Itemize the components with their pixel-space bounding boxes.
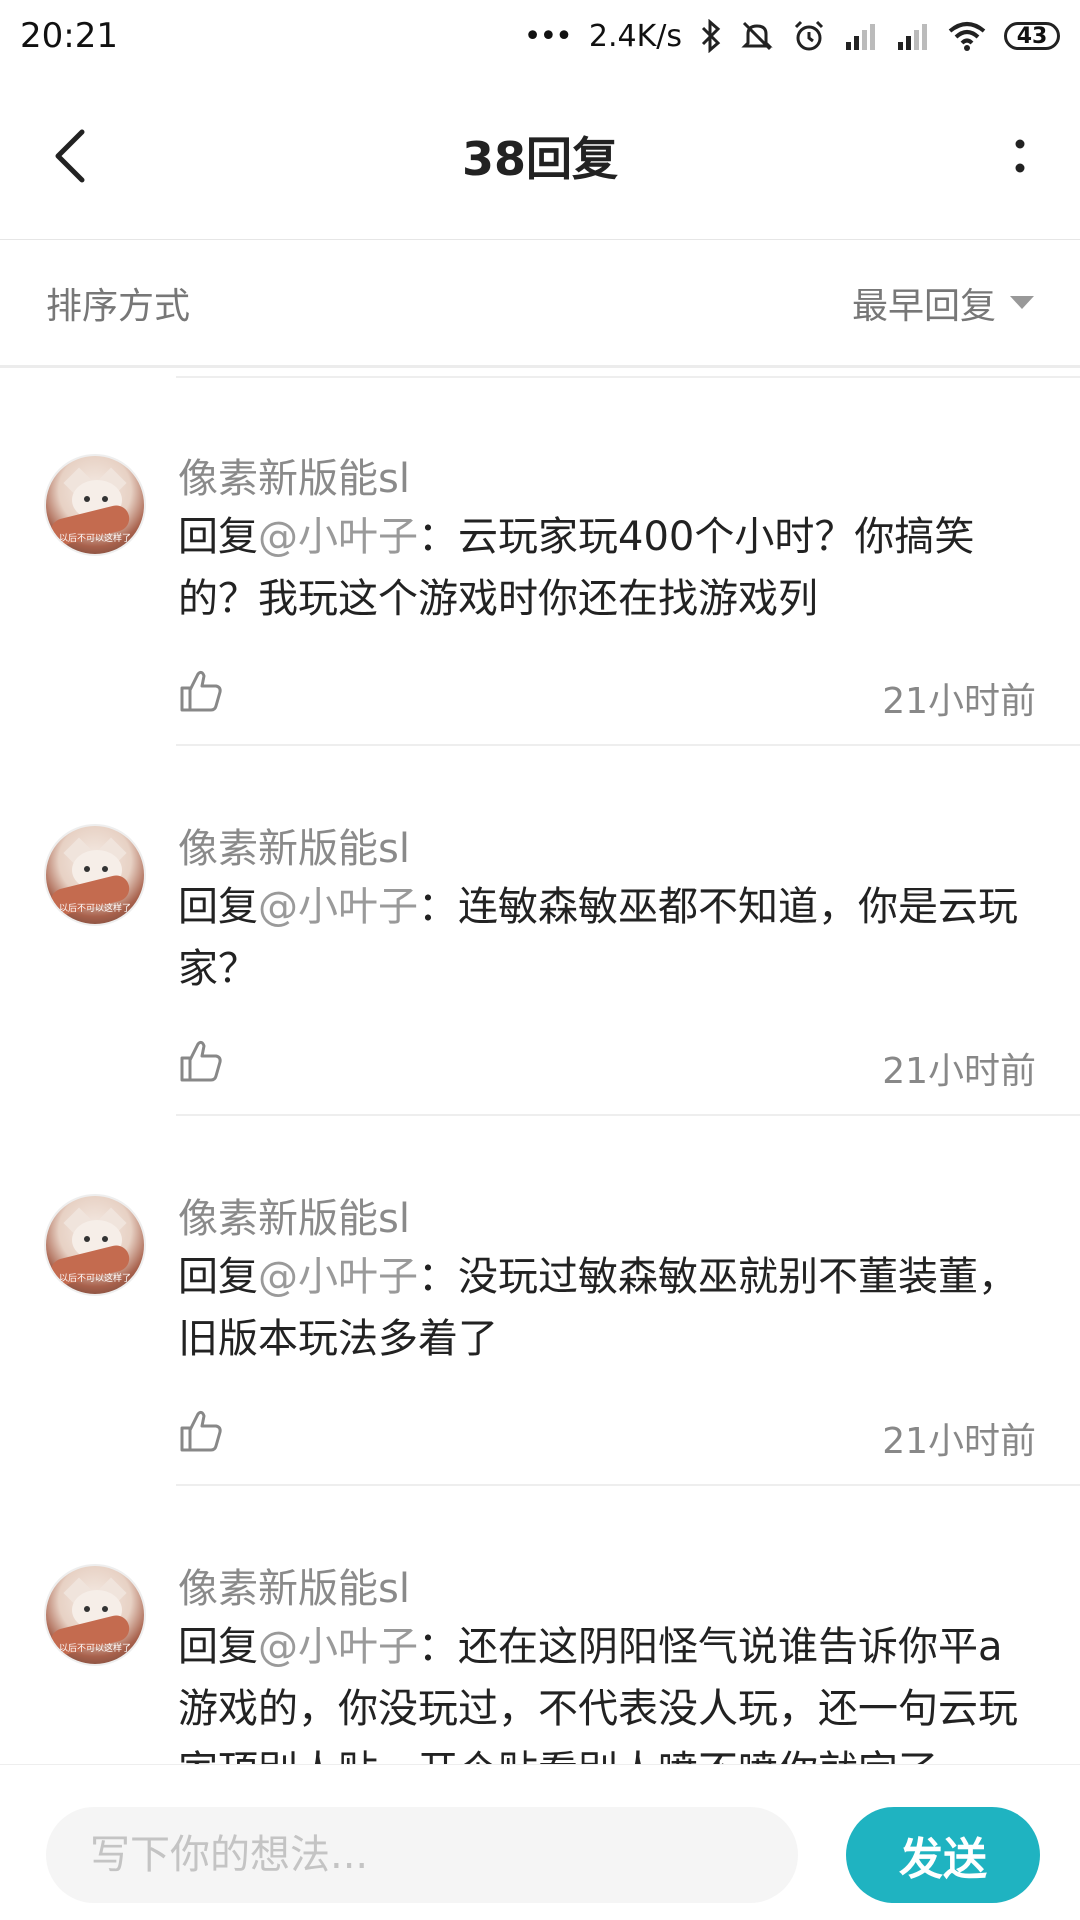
reply-mention[interactable]: @小叶子 xyxy=(258,884,418,930)
reply-username[interactable]: 像素新版能sl xyxy=(178,1556,410,1614)
reply-username[interactable]: 像素新版能sl xyxy=(178,1186,410,1244)
wifi-icon xyxy=(948,22,986,51)
sort-bar: 排序方式 最早回复 xyxy=(0,240,1080,368)
reply-prefix: 回复 xyxy=(178,514,258,560)
reply-prefix: 回复 xyxy=(178,1624,258,1670)
more-button[interactable] xyxy=(1000,116,1040,196)
sort-select[interactable]: 最早回复 xyxy=(852,277,1034,329)
status-icons: ••• 2.4K/s 43 xyxy=(524,19,1060,54)
reply-username[interactable]: 像素新版能sl xyxy=(178,446,410,504)
reply-item: 以后不可以这样了 像素新版能sl 回复@小叶子：还在这阴阳怪气说谁告诉你平a游戏… xyxy=(0,1486,1080,1764)
thumbs-up-icon[interactable] xyxy=(176,666,226,716)
reply-item: 以后不可以这样了 像素新版能sl 回复@小叶子：连敏森敏巫都不知道，你是云玩家？… xyxy=(0,746,1080,1116)
reply-time: 21小时前 xyxy=(882,1421,1036,1462)
page-title: 38回复 xyxy=(461,131,618,186)
battery-icon: 43 xyxy=(1004,22,1060,50)
reply-content: 回复@小叶子：连敏森敏巫都不知道，你是云玩家？ xyxy=(178,876,1038,1000)
avatar[interactable]: 以后不可以这样了 xyxy=(44,1564,146,1666)
more-vertical-icon xyxy=(1015,139,1025,172)
reply-item: 以后不可以这样了 像素新版能sl 回复@小叶子：没玩过敏森敏巫就别不董装董，旧版… xyxy=(0,1116,1080,1486)
comment-input[interactable] xyxy=(46,1807,798,1903)
reply-time: 21小时前 xyxy=(882,1051,1036,1092)
alarm-icon xyxy=(794,20,824,51)
caret-down-icon xyxy=(1010,296,1034,309)
reply-mention[interactable]: @小叶子 xyxy=(258,1254,418,1300)
reply-list[interactable]: 以后不可以这样了 像素新版能sl 回复@小叶子：云玩家玩400个小时？你搞笑的？… xyxy=(0,376,1080,1764)
reply-item: 以后不可以这样了 像素新版能sl 回复@小叶子：云玩家玩400个小时？你搞笑的？… xyxy=(0,376,1080,746)
reply-mention[interactable]: @小叶子 xyxy=(258,1624,418,1670)
comment-composer: 发送 xyxy=(0,1764,1080,1920)
reply-prefix: 回复 xyxy=(178,884,258,930)
reply-mention[interactable]: @小叶子 xyxy=(258,514,418,560)
bluetooth-icon xyxy=(701,19,721,53)
status-dots: ••• xyxy=(523,18,573,54)
avatar-caption: 以后不可以这样了 xyxy=(58,534,131,544)
send-button[interactable]: 发送 xyxy=(846,1807,1040,1903)
signal-icon xyxy=(846,24,875,50)
avatar[interactable]: 以后不可以这样了 xyxy=(44,824,146,926)
reply-prefix: 回复 xyxy=(178,1254,258,1300)
reply-content: 回复@小叶子：没玩过敏森敏巫就别不董装董，旧版本玩法多着了 xyxy=(178,1246,1038,1370)
status-bar: 20:21 ••• 2.4K/s 43 xyxy=(0,0,1080,72)
reply-content: 回复@小叶子：还在这阴阳怪气说谁告诉你平a游戏的，你没玩过，不代表没人玩，还一句… xyxy=(178,1616,1038,1764)
avatar[interactable]: 以后不可以这样了 xyxy=(44,1194,146,1296)
sort-label: 排序方式 xyxy=(46,285,191,327)
thumbs-up-icon[interactable] xyxy=(176,1406,226,1456)
avatar[interactable]: 以后不可以这样了 xyxy=(44,454,146,556)
signal-icon xyxy=(898,24,927,50)
status-time: 20:21 xyxy=(20,16,118,56)
net-speed: 2.4K/s xyxy=(588,18,682,54)
sort-value: 最早回复 xyxy=(851,285,996,327)
avatar-caption: 以后不可以这样了 xyxy=(58,1274,131,1284)
avatar-caption: 以后不可以这样了 xyxy=(58,1644,131,1654)
reply-content: 回复@小叶子：云玩家玩400个小时？你搞笑的？我玩这个游戏时你还在找游戏列 xyxy=(178,506,1038,630)
avatar-caption: 以后不可以这样了 xyxy=(58,904,131,914)
back-button[interactable] xyxy=(40,116,100,196)
reply-username[interactable]: 像素新版能sl xyxy=(178,816,410,874)
thumbs-up-icon[interactable] xyxy=(176,1036,226,1086)
app-bar: 38回复 xyxy=(0,72,1080,240)
reply-time: 21小时前 xyxy=(882,681,1036,722)
mute-bell-icon xyxy=(741,21,773,51)
chevron-left-icon xyxy=(55,129,85,182)
